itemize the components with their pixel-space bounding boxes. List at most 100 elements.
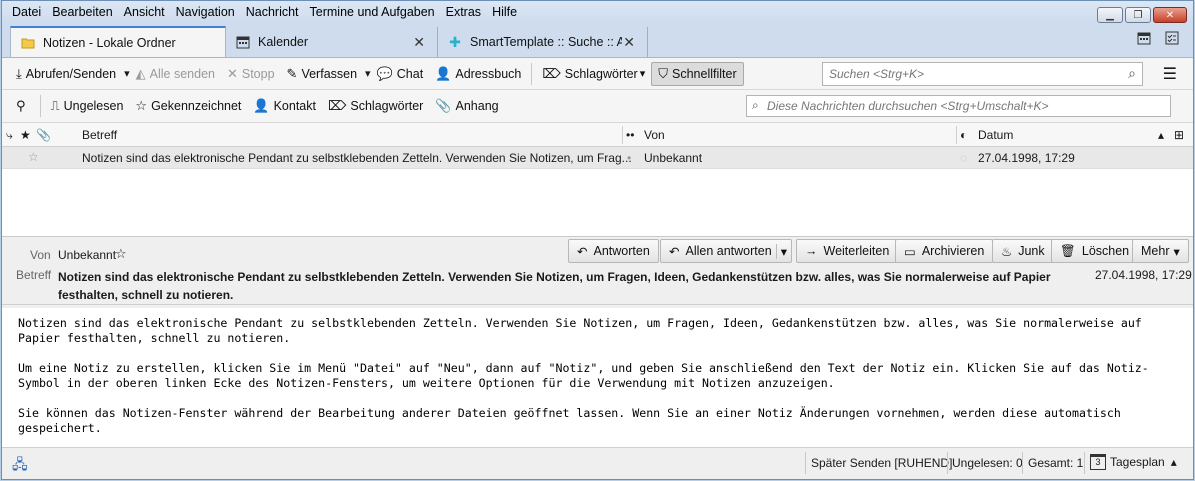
sort-ascending-icon: ▴ (1158, 128, 1165, 142)
message-header-pane: Von Unbekannt ☆ ↶ Antworten ↶ Allen antw… (2, 237, 1193, 305)
filter-tags-button[interactable]: ⌦ Schlagwörter (322, 94, 429, 118)
chevron-down-icon: ▾ (1173, 244, 1180, 259)
thread-list: ☆ Notizen sind das elektronische Pendant… (2, 147, 1193, 237)
read-status-icon[interactable]: • (627, 151, 631, 165)
status-bar: 🖧 Später Senden [RUHEND] Ungelesen: 0 Ge… (2, 447, 1193, 479)
thread-column-icon[interactable]: ⤷ (6, 128, 13, 143)
filter-contact-button[interactable]: 👤 Kontakt (247, 94, 322, 118)
message-subject: Notizen sind das elektronische Pendant z… (82, 151, 632, 165)
close-window-button[interactable]: ✕ (1153, 7, 1187, 23)
bookmark-icon: ⎍ (50, 98, 60, 113)
chat-button[interactable]: 💬 Chat (371, 62, 430, 86)
column-from[interactable]: Von (644, 128, 665, 142)
filter-search-input[interactable]: ⌕ Diese Nachrichten durchsuchen <Strg+Um… (746, 95, 1171, 117)
address-book-button[interactable]: 👤 Adressbuch (429, 62, 527, 86)
close-tab-icon[interactable]: ✕ (413, 34, 425, 51)
menu-extras[interactable]: Extras (446, 5, 481, 19)
more-button[interactable]: Mehr ▾ (1132, 239, 1189, 263)
pin-icon: ⚲ (16, 98, 26, 113)
get-messages-button[interactable]: ⤓ Abrufen/Senden (10, 62, 122, 86)
archive-button[interactable]: ▭ Archivieren (895, 239, 994, 263)
message-date: 27.04.1998, 17:29 (978, 151, 1075, 165)
status-divider (1022, 452, 1023, 474)
body-paragraph: Sie können das Notizen-Fenster während d… (18, 406, 1121, 435)
chevron-down-icon[interactable]: ▾ (775, 243, 787, 259)
total-count: Gesamt: 1 (1028, 456, 1084, 470)
forward-icon: → (805, 244, 818, 258)
table-row[interactable]: ☆ Notizen sind das elektronische Pendant… (2, 147, 1193, 169)
menu-hilfe[interactable]: Hilfe (492, 5, 517, 19)
network-status-icon[interactable]: 🖧 (12, 454, 28, 478)
tasks-icon[interactable] (1165, 31, 1179, 48)
global-search-input[interactable]: Suchen <Strg+K> ⌕ (822, 62, 1143, 86)
quick-filter-bar: ⚲ ⎍ Ungelesen ☆ Gekennzeichnet 👤 Kontakt… (2, 90, 1193, 123)
calendar-icon (236, 35, 250, 49)
quick-filter-button[interactable]: ⛉ Schnellfilter (651, 61, 744, 86)
search-icon: ⌕ (1128, 65, 1136, 81)
attachment-column-icon[interactable]: 📎 (36, 128, 51, 142)
tab-label: SmartTemplate :: Suche :: Ac (470, 35, 622, 49)
tab-notizen[interactable]: Notizen - Lokale Ordner (10, 26, 226, 57)
main-toolbar: ⤓ Abrufen/Senden ▾ ◭ Alle senden ✕ Stopp… (2, 58, 1193, 90)
star-icon: ☆ (135, 98, 148, 113)
puzzle-icon: ✚ (449, 33, 461, 50)
tag-icon: ⌦ (327, 98, 347, 113)
calendar-icon[interactable] (1137, 31, 1151, 48)
junk-button[interactable]: ♨ Junk (992, 239, 1054, 263)
window-controls: ▁ ❐ ✕ (1097, 7, 1187, 23)
reply-button[interactable]: ↶ Antworten (568, 239, 659, 263)
junk-status-icon[interactable]: ◌ (960, 151, 967, 165)
compose-button[interactable]: ✎ Verfassen (281, 62, 364, 86)
sticky-filter-button[interactable]: ⚲ (10, 94, 36, 118)
maximize-button[interactable]: ❐ (1125, 7, 1151, 23)
reply-all-icon: ↶ (669, 244, 680, 259)
trash-icon: 🗑 (1060, 243, 1076, 258)
filter-starred-button[interactable]: ☆ Gekennzeichnet (129, 94, 247, 118)
tag-icon: ⌦ (542, 65, 561, 81)
from-label: Von (30, 248, 51, 262)
from-value[interactable]: Unbekannt (58, 248, 116, 262)
read-column-icon[interactable]: •• (626, 128, 634, 142)
column-picker-icon[interactable]: ⊞ (1174, 128, 1184, 142)
tab-smarttemplate[interactable]: ✚ SmartTemplate :: Suche :: Ac ✕ (438, 27, 648, 57)
menu-datei[interactable]: Datei (12, 5, 41, 19)
junk-column-icon[interactable]: ◐ (960, 128, 967, 142)
star-icon[interactable]: ☆ (115, 246, 127, 262)
menu-navigation[interactable]: Navigation (176, 5, 235, 19)
stop-button[interactable]: ✕ Stopp (221, 62, 281, 86)
body-paragraph: Notizen sind das elektronische Pendant z… (18, 316, 1142, 345)
send-icon: ◭ (135, 65, 146, 81)
chevron-up-icon: ▴ (1170, 455, 1177, 469)
pen-icon: ✎ (286, 65, 298, 81)
menu-bearbeiten[interactable]: Bearbeiten (52, 5, 112, 19)
tab-kalender[interactable]: Kalender ✕ (226, 27, 438, 57)
tags-button[interactable]: ⌦ Schlagwörter ▾ (536, 62, 651, 86)
menu-hamburger-icon[interactable]: ☰ (1163, 64, 1177, 84)
delete-button[interactable]: 🗑 Löschen (1051, 239, 1139, 263)
column-date[interactable]: Datum (978, 128, 1013, 142)
forward-button[interactable]: → Weiterleiten (796, 239, 899, 263)
body-paragraph: Um eine Notiz zu erstellen, klicken Sie … (18, 361, 1149, 390)
column-divider (956, 126, 957, 144)
filter-attachment-button[interactable]: 📎 Anhang (429, 94, 504, 118)
column-subject[interactable]: Betreff (82, 128, 117, 142)
menu-termine[interactable]: Termine und Aufgaben (310, 5, 435, 19)
today-pane-toggle[interactable]: 3 Tagesplan ▴ (1090, 454, 1177, 470)
unread-count: Ungelesen: 0 (952, 456, 1023, 470)
status-divider (1084, 452, 1085, 474)
paperclip-icon: 📎 (435, 98, 452, 113)
filter-icon: ⛉ (658, 65, 669, 81)
menubar: Datei Bearbeiten Ansicht Navigation Nach… (2, 1, 1193, 23)
thread-column-header: ⤷ ★ 📎 Betreff •• Von ◐ Datum ▴ ⊞ (2, 123, 1193, 147)
close-tab-icon[interactable]: ✕ (623, 34, 635, 51)
menu-nachricht[interactable]: Nachricht (246, 5, 299, 19)
send-all-button[interactable]: ◭ Alle senden (130, 62, 221, 86)
star-icon[interactable]: ☆ (28, 150, 39, 164)
send-later-status: Später Senden [RUHEND] (811, 456, 953, 470)
filter-unread-button[interactable]: ⎍ Ungelesen (45, 94, 130, 118)
star-column-icon[interactable]: ★ (20, 128, 31, 142)
menu-ansicht[interactable]: Ansicht (124, 5, 165, 19)
minimize-button[interactable]: ▁ (1097, 7, 1123, 23)
tab-label: Notizen - Lokale Ordner (43, 35, 176, 50)
reply-all-button[interactable]: ↶ Allen antworten ▾ (660, 239, 792, 263)
